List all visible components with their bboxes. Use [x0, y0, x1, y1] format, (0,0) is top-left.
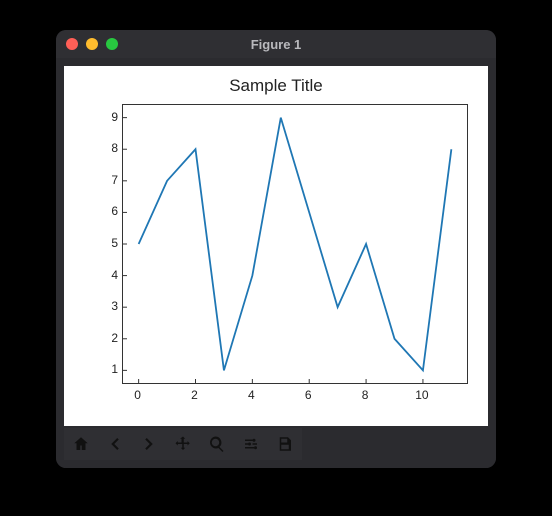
y-tick-label: 7 [96, 173, 118, 187]
back-button[interactable] [98, 428, 132, 460]
y-tick-label: 6 [96, 204, 118, 218]
minimize-icon[interactable] [86, 38, 98, 50]
window-controls [66, 38, 118, 50]
x-tick-label: 4 [248, 388, 255, 402]
configure-icon [242, 435, 260, 453]
chart-title: Sample Title [64, 76, 488, 96]
figure-window: Figure 1 Sample Title 1 2 3 4 5 6 7 8 9 0 2 4 6 8 10 [56, 30, 496, 468]
y-tick-label: 9 [96, 110, 118, 124]
plot-area [122, 104, 468, 384]
forward-icon [140, 435, 158, 453]
line-chart [123, 105, 467, 383]
back-icon [106, 435, 124, 453]
zoom-button[interactable] [200, 428, 234, 460]
x-tick-label: 0 [134, 388, 141, 402]
y-tick-label: 3 [96, 299, 118, 313]
y-tick-label: 5 [96, 236, 118, 250]
y-tick-label: 8 [96, 141, 118, 155]
x-tick-label: 2 [191, 388, 198, 402]
x-tick-label: 6 [305, 388, 312, 402]
x-tick-label: 10 [415, 388, 428, 402]
figure-canvas: Sample Title 1 2 3 4 5 6 7 8 9 0 2 4 6 8 10 [64, 66, 488, 426]
save-icon [276, 435, 294, 453]
x-tick-label: 8 [362, 388, 369, 402]
y-tick-label: 4 [96, 268, 118, 282]
y-tick-label: 1 [96, 362, 118, 376]
y-tick-label: 2 [96, 331, 118, 345]
forward-button[interactable] [132, 428, 166, 460]
pan-icon [174, 435, 192, 453]
x-axis-ticks: 0 2 4 6 8 10 [122, 386, 468, 404]
zoom-window-icon[interactable] [106, 38, 118, 50]
titlebar: Figure 1 [56, 30, 496, 58]
home-icon [72, 435, 90, 453]
close-icon[interactable] [66, 38, 78, 50]
configure-button[interactable] [234, 428, 268, 460]
zoom-icon [208, 435, 226, 453]
save-button[interactable] [268, 428, 302, 460]
window-title: Figure 1 [56, 37, 496, 52]
home-button[interactable] [64, 428, 98, 460]
matplotlib-toolbar [64, 428, 302, 460]
pan-button[interactable] [166, 428, 200, 460]
y-axis-ticks: 1 2 3 4 5 6 7 8 9 [96, 104, 118, 384]
